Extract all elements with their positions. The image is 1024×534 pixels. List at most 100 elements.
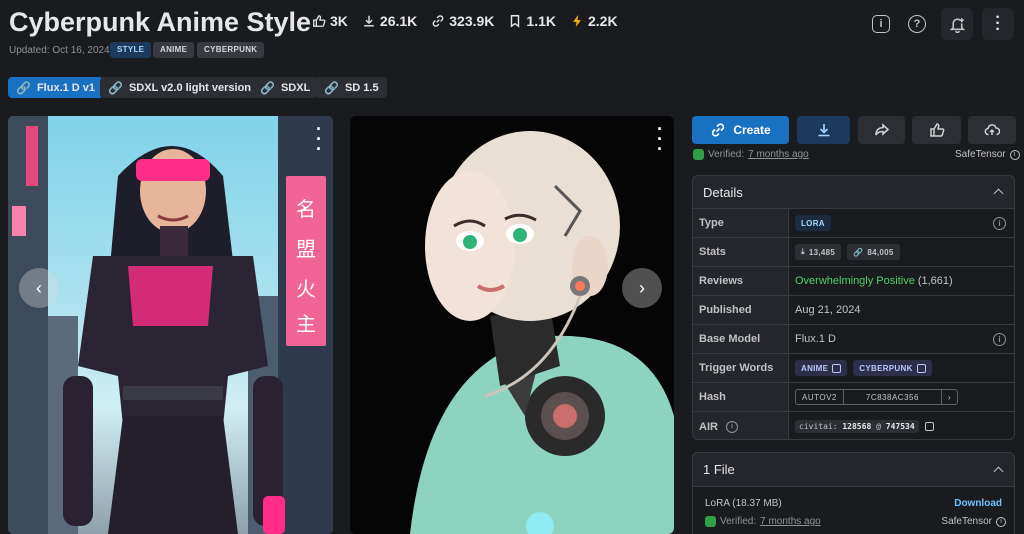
version-sd15-label: SD 1.5 (344, 81, 379, 94)
trigger-word-cyberpunk[interactable]: CYBERPUNK (853, 360, 932, 376)
link-icon: 🔗 (853, 247, 864, 257)
svg-text:火: 火 (296, 277, 316, 301)
detail-row-air: AIR i civitai: 128568 @ 747534 (693, 412, 1014, 439)
type-label: Type (693, 209, 789, 237)
details-title: Details (703, 184, 743, 200)
shield-check-icon (705, 516, 716, 527)
share-button[interactable] (858, 116, 905, 144)
android-girl-illustration (410, 131, 674, 534)
generations-count: 323.9K (449, 13, 495, 29)
svg-text:名: 名 (296, 197, 316, 221)
cloud-upload-button[interactable] (968, 116, 1016, 144)
version-flux[interactable]: 🔗 Flux.1 D v1 (8, 77, 104, 98)
tag-style[interactable]: STYLE (110, 42, 152, 58)
file-verified-status: Verified: 7 months ago (705, 516, 821, 527)
file-safetensor-text: SafeTensor (941, 516, 992, 527)
air-prefix: civitai: (799, 422, 838, 431)
version-sdxl[interactable]: 🔗 SDXL (252, 77, 319, 98)
downloads-value: 13,485 (808, 247, 836, 257)
hash-value: 7C838AC356 (842, 390, 942, 404)
link-icon: 🔗 (108, 80, 123, 95)
likes-stat[interactable]: 3K (312, 13, 348, 29)
reviews-rating-link[interactable]: Overwhelmingly Positive (795, 275, 915, 287)
model-title: Cyberpunk Anime Style (9, 7, 312, 37)
file-safetensor-label: SafeTensor i (941, 516, 1006, 527)
bookmarks-count: 1.1K (526, 13, 556, 29)
carousel-prev-button[interactable]: ‹ (19, 268, 59, 308)
file-verified-time-link[interactable]: 7 months ago (760, 516, 821, 527)
copy-icon[interactable] (924, 422, 934, 431)
like-button[interactable] (912, 116, 961, 144)
download-icon (818, 124, 829, 137)
detail-row-reviews: Reviews Overwhelmingly Positive (1,661) (693, 267, 1014, 296)
bell-plus-icon (949, 17, 965, 33)
trigger-word-cyberpunk-text: CYBERPUNK (859, 363, 913, 373)
shield-check-icon (693, 149, 704, 160)
chevron-right-icon[interactable]: › (942, 390, 957, 404)
carousel-next-button[interactable]: › (622, 268, 662, 308)
chevron-right-icon: › (639, 277, 645, 298)
image-1-menu-icon[interactable]: · · · (313, 120, 325, 158)
chevron-up-icon (993, 188, 1004, 199)
thumbs-up-icon (929, 123, 944, 137)
generations-value: 84,005 (867, 247, 894, 257)
file-item: LoRA (18.37 MB) Download Verified: 7 mon… (693, 487, 1014, 534)
download-icon: ⤓ (801, 247, 805, 256)
hash-box[interactable]: AUTOV2 7C838AC356 › (795, 389, 959, 405)
air-at: @ (876, 422, 881, 431)
air-label: AIR (699, 420, 718, 433)
preview-image-2[interactable]: · · · (350, 116, 674, 534)
published-value: Aug 21, 2024 (795, 304, 861, 316)
cloud-icon (984, 124, 1000, 136)
files-title: 1 File (703, 462, 735, 477)
file-download-link[interactable]: Download (954, 498, 1002, 509)
file-name: LoRA (18.37 MB) (705, 498, 782, 509)
info-icon[interactable]: i (993, 216, 1006, 230)
bookmarks-stat[interactable]: 1.1K (508, 13, 556, 29)
link-icon: 🔗 (260, 80, 275, 95)
details-header[interactable]: Details (693, 176, 1014, 209)
info-icon[interactable]: i (1009, 149, 1020, 160)
updated-date: Updated: Oct 16, 2024 (9, 45, 110, 56)
download-button[interactable] (797, 116, 850, 144)
version-sd15[interactable]: 🔗 SD 1.5 (316, 77, 387, 98)
verified-prefix: Verified: (708, 149, 745, 160)
help-button[interactable]: ? (901, 8, 933, 40)
buzz-stat[interactable]: 2.2K (570, 13, 618, 29)
notify-button[interactable] (941, 8, 973, 40)
downloads-count: 26.1K (379, 13, 418, 29)
verified-time-link[interactable]: 7 months ago (748, 149, 809, 160)
preview-image-1[interactable]: 名 盟 火 主 · · · (8, 116, 333, 534)
create-label: Create (733, 123, 771, 137)
detail-row-published: Published Aug 21, 2024 (693, 296, 1014, 325)
buzz-count: 2.2K (588, 13, 618, 29)
stats-label: Stats (693, 238, 789, 266)
trigger-word-anime[interactable]: ANIME (795, 360, 848, 376)
detail-row-hash: Hash AUTOV2 7C838AC356 › (693, 383, 1014, 412)
bolt-icon (573, 14, 581, 28)
tag-cyberpunk[interactable]: CYBERPUNK (197, 42, 265, 58)
svg-text:盟: 盟 (296, 237, 316, 261)
cyberpunk-woman-illustration: 名 盟 火 主 (8, 116, 333, 534)
link-icon: 🔗 (324, 80, 339, 95)
hash-type: AUTOV2 (802, 392, 837, 402)
air-version-id: 747534 (885, 422, 915, 431)
files-card: 1 File LoRA (18.37 MB) Download Verified… (692, 452, 1015, 534)
info-button[interactable]: i (865, 8, 897, 40)
more-menu-button[interactable]: · · · (982, 8, 1014, 40)
file-verified-prefix: Verified: (720, 516, 757, 527)
tag-anime[interactable]: ANIME (153, 42, 195, 58)
files-header[interactable]: 1 File (693, 453, 1014, 487)
hash-label: Hash (693, 383, 789, 411)
image-2-menu-icon[interactable]: · · · (654, 120, 666, 158)
safetensor-label: SafeTensor i (955, 149, 1020, 160)
detail-row-trigger-words: Trigger Words ANIME CYBERPUNK (693, 354, 1014, 383)
info-icon[interactable]: i (725, 420, 738, 433)
trigger-words-label: Trigger Words (693, 354, 789, 382)
help-icon: ? (908, 15, 926, 33)
info-icon[interactable]: i (993, 332, 1006, 346)
safetensor-text: SafeTensor (955, 149, 1006, 160)
version-sdxl-v2[interactable]: 🔗 SDXL v2.0 light version (100, 77, 260, 98)
create-button[interactable]: Create (692, 116, 789, 144)
info-icon[interactable]: i (996, 516, 1006, 527)
